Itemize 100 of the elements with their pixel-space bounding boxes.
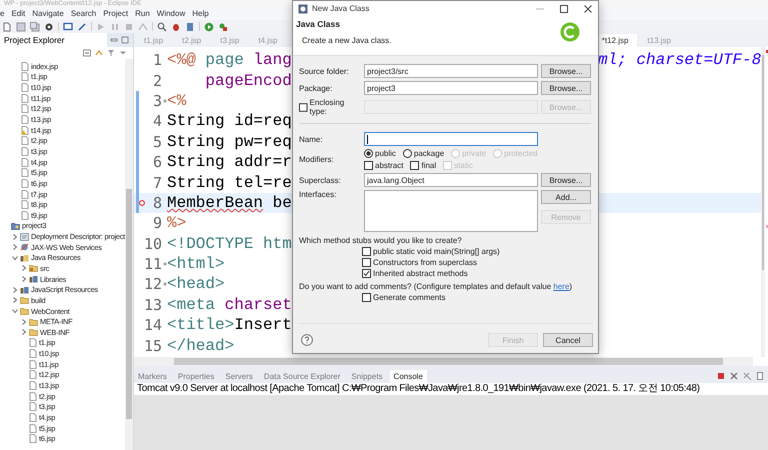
radio-button[interactable] [402, 149, 412, 158]
minimize-icon[interactable] [110, 36, 118, 44]
interfaces-list[interactable] [364, 190, 538, 232]
scrollbar[interactable] [134, 357, 753, 366]
radio-label[interactable]: package [414, 149, 444, 158]
menu-item[interactable]: Window [156, 8, 186, 20]
remove-all-icon[interactable] [743, 372, 751, 380]
tools-icon[interactable] [218, 22, 228, 32]
question-text: Do you want to add comments? (Configure templates and default value [299, 282, 552, 291]
file-warning-icon [21, 126, 29, 135]
line-number: 10 [144, 234, 162, 253]
panel-tab[interactable]: Console [390, 370, 427, 382]
input-field[interactable] [364, 132, 538, 146]
run-icon[interactable] [204, 22, 214, 32]
scrollbar[interactable] [125, 59, 133, 450]
line-number: 11 [144, 255, 162, 274]
checkbox-label[interactable]: final [421, 161, 436, 170]
scrollbar[interactable] [761, 47, 766, 357]
radio-button[interactable] [364, 149, 373, 158]
checkbox-label[interactable]: Constructors from superclass [373, 258, 478, 267]
panel-tab[interactable]: Properties [174, 370, 218, 382]
dialog-button[interactable]: Cancel [543, 333, 593, 347]
here-link[interactable]: here [553, 282, 570, 291]
checkbox-label[interactable]: Enclosing type: [310, 98, 361, 116]
input-field[interactable]: project3 [364, 81, 538, 95]
line-number: 9 [152, 214, 162, 232]
project-icon [11, 222, 20, 230]
code-text: String tel=re [167, 174, 292, 192]
code-text: </head> [167, 336, 234, 355]
view-menu-icon[interactable] [119, 49, 127, 57]
field-label: Interfaces: [299, 190, 338, 199]
checkbox-label[interactable]: Inherited abstract methods [373, 269, 468, 278]
list-button[interactable]: Add... [541, 190, 591, 204]
checkbox[interactable] [362, 293, 371, 302]
checkbox-label[interactable]: abstract [375, 161, 404, 170]
search-icon[interactable] [157, 22, 167, 32]
pen-icon[interactable] [77, 22, 87, 32]
panel-tab[interactable]: Data Source Explorer [260, 370, 344, 382]
question-text: Which method stubs would you like to create? [299, 236, 463, 245]
input-field[interactable]: project3/src [364, 64, 538, 78]
stop-icon[interactable] [717, 372, 725, 380]
browse-button[interactable]: Browse... [541, 81, 591, 95]
browse-button[interactable]: Browse... [541, 64, 591, 78]
bug-icon[interactable] [171, 22, 181, 32]
checkbox[interactable] [362, 258, 371, 267]
save-all-icon[interactable] [30, 22, 40, 32]
fold-icon[interactable] [163, 98, 167, 103]
save-icon[interactable] [16, 22, 26, 32]
field-label: Modifiers: [299, 155, 335, 164]
collapse-all-icon[interactable] [83, 49, 91, 57]
descriptor-icon [20, 232, 29, 241]
code-text: ml; charset=UTF-8 [598, 51, 762, 70]
menu-item[interactable]: Help [192, 8, 209, 20]
checkbox[interactable] [299, 102, 308, 112]
menu-item[interactable]: Navigate [32, 8, 64, 20]
monitor-icon[interactable] [63, 22, 73, 32]
line-number: 7 [152, 174, 162, 192]
filter-icon[interactable] [107, 49, 115, 57]
checkbox[interactable] [362, 269, 371, 278]
code-text: <!DOCTYPE htm [167, 234, 292, 253]
checkbox[interactable] [364, 161, 373, 170]
fold-icon[interactable] [163, 282, 167, 286]
input-field[interactable]: java.lang.Object [364, 173, 538, 187]
checkbox[interactable] [362, 247, 371, 256]
line-number: 1 [152, 51, 162, 70]
fold-icon[interactable] [163, 262, 167, 266]
panel-tab[interactable]: Servers [221, 370, 257, 382]
library-icon [29, 275, 38, 284]
checkbox-label[interactable]: public static void main(String[] args) [373, 247, 500, 256]
library-icon [20, 254, 29, 262]
code-text: String addr=r [167, 153, 292, 172]
browse-button[interactable]: Browse... [541, 173, 591, 187]
menu-item[interactable]: Search [70, 8, 96, 20]
maximize-icon[interactable] [559, 4, 569, 14]
close-icon[interactable] [583, 4, 593, 14]
panel-tab[interactable]: Markers [134, 370, 171, 382]
checkbox[interactable] [410, 161, 420, 170]
line-number: 15 [144, 336, 162, 355]
source-folder-icon [29, 264, 38, 272]
view-tab[interactable]: Project Explorer [0, 33, 107, 47]
menu-item[interactable]: Project [103, 8, 128, 20]
help-icon[interactable] [301, 334, 313, 346]
radio-label[interactable]: public [375, 149, 396, 158]
panel-tab[interactable]: Snippets [347, 370, 387, 382]
code-text: pageEncod [204, 72, 292, 90]
dialog-description: Create a new Java class. [301, 36, 392, 45]
field-label: Superclass: [299, 176, 342, 184]
dialog-title: New Java Class [312, 4, 370, 13]
menu-item[interactable]: Run [135, 8, 150, 20]
code-text: %> [167, 214, 186, 232]
line-number: 3 [152, 92, 162, 110]
code-text: String id=req [167, 112, 292, 130]
server-icon[interactable] [185, 22, 195, 32]
document-icon[interactable] [756, 372, 764, 380]
question-text: ) [569, 282, 572, 291]
remove-icon[interactable] [730, 372, 738, 380]
menu-item[interactable]: Edit [11, 8, 26, 20]
checkbox-label[interactable]: Generate comments [373, 293, 446, 302]
menu-item[interactable]: e [0, 8, 4, 20]
line-number: 13 [144, 296, 162, 314]
